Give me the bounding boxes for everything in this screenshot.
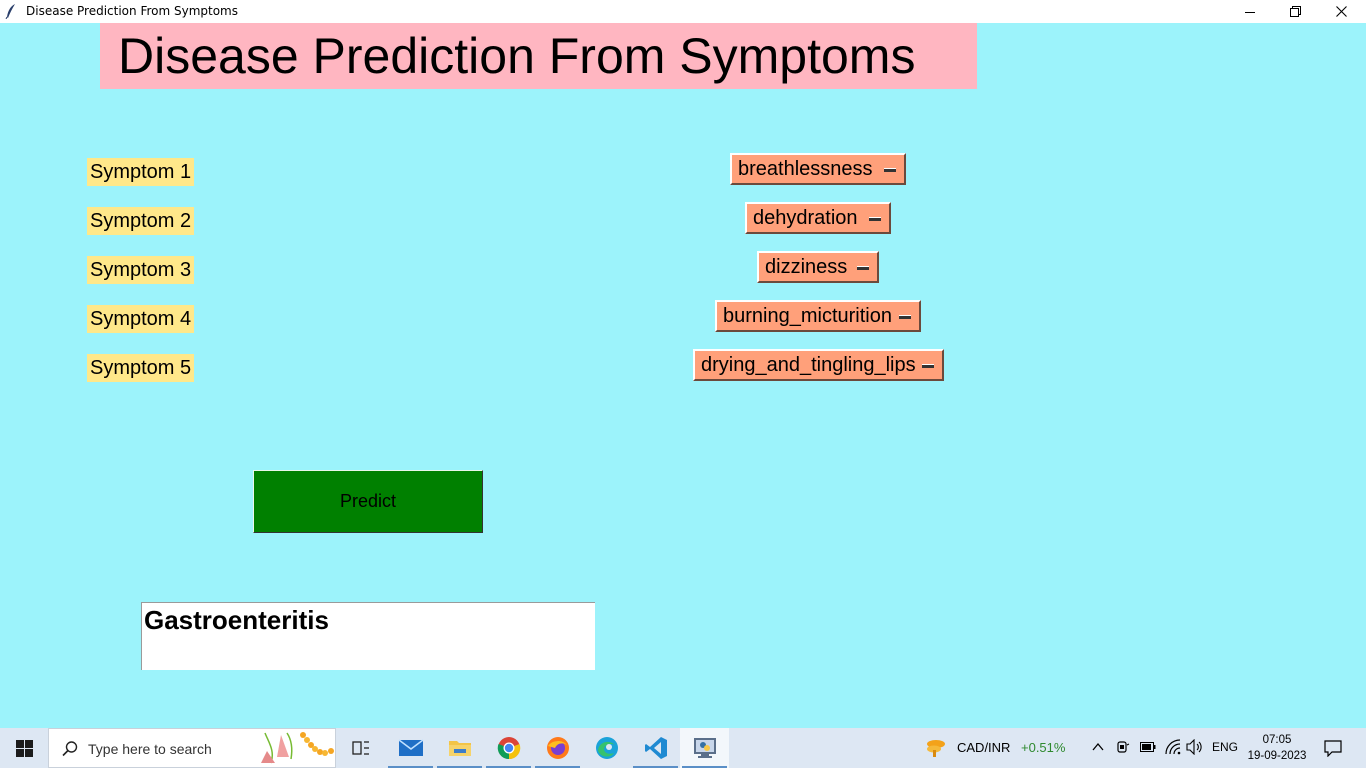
feather-icon bbox=[5, 4, 15, 19]
stock-ticker-icon bbox=[927, 740, 945, 757]
edge-icon bbox=[595, 737, 618, 759]
file-explorer-button[interactable] bbox=[435, 728, 484, 768]
dropdown-indicator-icon bbox=[857, 266, 869, 270]
search-placeholder: Type here to search bbox=[88, 741, 212, 757]
symptom-5-label: Symptom 5 bbox=[87, 354, 195, 382]
symptom-3-label: Symptom 3 bbox=[87, 256, 195, 284]
symptom-2-dropdown[interactable]: dehydration bbox=[745, 202, 891, 234]
firefox-button[interactable] bbox=[533, 728, 582, 768]
symptom-3-value: dizziness bbox=[765, 256, 848, 278]
mail-app-button[interactable] bbox=[386, 728, 435, 768]
start-button[interactable] bbox=[0, 728, 48, 768]
task-view-icon bbox=[351, 741, 369, 755]
task-view-button[interactable] bbox=[336, 728, 385, 768]
chrome-button[interactable] bbox=[484, 728, 533, 768]
language-indicator[interactable]: ENG bbox=[1212, 740, 1238, 754]
notifications-icon[interactable] bbox=[1324, 740, 1342, 757]
show-hidden-icons-icon[interactable] bbox=[1092, 742, 1104, 752]
dropdown-indicator-icon bbox=[884, 168, 896, 172]
restore-icon bbox=[1289, 6, 1301, 17]
wifi-icon[interactable] bbox=[1165, 739, 1181, 755]
battery-icon[interactable] bbox=[1140, 742, 1156, 752]
python-idle-icon bbox=[693, 738, 716, 758]
festival-garland-icon bbox=[261, 732, 334, 764]
minimize-button[interactable] bbox=[1227, 0, 1273, 23]
clock-date: 19-09-2023 bbox=[1247, 750, 1307, 762]
dropdown-indicator-icon bbox=[922, 364, 934, 368]
predict-button[interactable]: Predict bbox=[253, 470, 483, 533]
taskbar: Type here to search CAD/INR +0.51% ENG 0… bbox=[0, 728, 1366, 768]
firefox-icon bbox=[546, 737, 569, 759]
dropdown-indicator-icon bbox=[899, 315, 911, 319]
windows-icon bbox=[15, 739, 33, 757]
page-title: Disease Prediction From Symptoms bbox=[118, 28, 916, 84]
search-icon bbox=[62, 741, 78, 757]
taskbar-clock[interactable]: 07:05 19-09-2023 bbox=[1242, 732, 1312, 764]
minimize-icon bbox=[1245, 11, 1255, 13]
close-button[interactable] bbox=[1318, 0, 1364, 23]
symptom-5-value: drying_and_tingling_lips bbox=[701, 354, 916, 376]
symptom-2-label: Symptom 2 bbox=[87, 207, 195, 235]
symptom-1-label: Symptom 1 bbox=[87, 158, 195, 186]
symptom-4-label: Symptom 4 bbox=[87, 305, 195, 333]
result-output: Gastroenteritis bbox=[141, 602, 595, 670]
python-idle-button[interactable] bbox=[680, 728, 729, 768]
window-title-bar: Disease Prediction From Symptoms bbox=[0, 0, 1366, 23]
vscode-icon bbox=[644, 737, 667, 759]
symptom-1-dropdown[interactable]: breathlessness bbox=[730, 153, 906, 185]
dropdown-indicator-icon bbox=[869, 217, 881, 221]
page-heading: Disease Prediction From Symptoms bbox=[100, 23, 977, 89]
chrome-icon bbox=[497, 737, 520, 760]
symptom-5-dropdown[interactable]: drying_and_tingling_lips bbox=[693, 349, 944, 381]
close-icon bbox=[1335, 6, 1347, 17]
symptom-1-value: breathlessness bbox=[738, 158, 873, 180]
edge-button[interactable] bbox=[582, 728, 631, 768]
symptom-4-dropdown[interactable]: burning_micturition bbox=[715, 300, 921, 332]
vscode-button[interactable] bbox=[631, 728, 680, 768]
clock-time: 07:05 bbox=[1262, 734, 1292, 746]
restore-button[interactable] bbox=[1272, 0, 1318, 23]
mail-icon bbox=[398, 739, 423, 756]
taskbar-search[interactable]: Type here to search bbox=[48, 728, 336, 768]
symptom-4-value: burning_micturition bbox=[723, 305, 892, 327]
file-explorer-icon bbox=[448, 741, 471, 756]
window-title: Disease Prediction From Symptoms bbox=[26, 4, 238, 18]
meet-now-icon[interactable] bbox=[1116, 739, 1130, 755]
result-text: Gastroenteritis bbox=[144, 605, 329, 635]
ticker-change: +0.51% bbox=[1021, 740, 1066, 755]
symptom-2-value: dehydration bbox=[753, 207, 858, 229]
volume-icon[interactable] bbox=[1186, 739, 1204, 755]
symptom-3-dropdown[interactable]: dizziness bbox=[757, 251, 879, 283]
ticker-symbol[interactable]: CAD/INR bbox=[957, 740, 1010, 755]
